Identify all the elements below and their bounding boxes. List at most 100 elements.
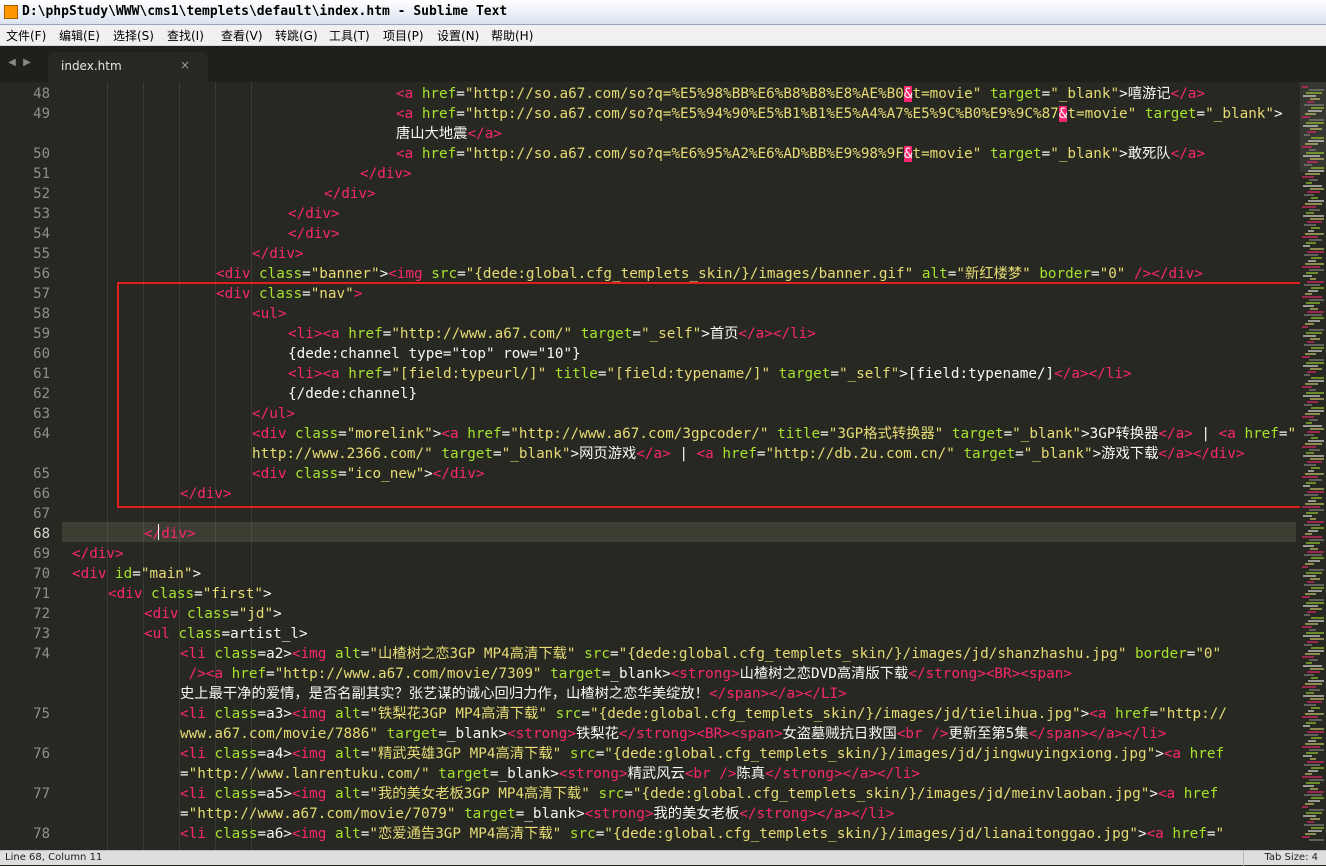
code-token: =	[1090, 266, 1100, 282]
menu-project[interactable]: 项目(P)	[383, 27, 424, 44]
minimap-line	[1310, 188, 1324, 190]
code-token: =a3>	[257, 706, 292, 722]
menu-selection[interactable]: 选择(S)	[113, 27, 154, 44]
minimap-line	[1311, 377, 1324, 379]
minimap-line	[1311, 227, 1320, 229]
code-token: </div>	[288, 206, 340, 222]
minimap-line	[1302, 446, 1316, 448]
minimap-line	[1306, 722, 1316, 724]
code-token: =	[1041, 146, 1051, 162]
code-line: </div>	[144, 524, 196, 544]
minimap-line	[1310, 308, 1318, 310]
minimap-line	[1307, 341, 1314, 343]
minimap-line	[1309, 839, 1324, 841]
code-token: <img	[388, 266, 423, 282]
menu-view[interactable]: 查看(V)	[221, 27, 263, 44]
window-title: D:\phpStudy\WWW\cms1\templets\default\in…	[22, 4, 508, 19]
minimap-line	[1310, 158, 1324, 160]
minimap-line	[1305, 383, 1318, 385]
minimap-line	[1306, 152, 1324, 154]
minimap-line	[1306, 272, 1318, 274]
menu-bar: 文件(F) 编辑(E) 选择(S) 查找(I) 查看(V) 转跳(G) 工具(T…	[0, 25, 1326, 46]
minimap-line	[1309, 479, 1322, 481]
code-token: </a>	[1170, 86, 1206, 102]
menu-preferences[interactable]: 设置(N)	[437, 27, 479, 44]
code-token: <li	[180, 786, 206, 802]
tab-size-selector[interactable]: Tab Size: 4	[1264, 852, 1318, 863]
code-token: href	[1172, 826, 1207, 842]
minimap-line	[1307, 611, 1316, 613]
minimap-line	[1310, 488, 1324, 490]
minimap-line	[1306, 242, 1316, 244]
code-token: =	[581, 706, 590, 722]
code-token: >	[1149, 786, 1158, 802]
minimap-line	[1308, 800, 1320, 802]
minimap-line	[1307, 641, 1318, 643]
minimap-line	[1310, 368, 1322, 370]
code-token: =a6>	[257, 826, 292, 842]
code-token: <div	[108, 586, 143, 602]
minimap-line	[1310, 398, 1324, 400]
right-arrow-icon[interactable]: ▶	[21, 57, 33, 69]
minimap-line	[1310, 98, 1320, 100]
code-token: =	[132, 566, 141, 582]
code-token: 史上最干净的爱情，是否名副其实？张艺谋的诚心回归力作，山楂树之恋华美绽放！	[180, 686, 709, 702]
menu-goto[interactable]: 转跳(G)	[275, 27, 318, 44]
minimap-line	[1310, 428, 1324, 430]
minimap-line	[1309, 449, 1320, 451]
code-line: <div class="banner"><img src="{dede:glob…	[216, 264, 1203, 284]
minimap-line	[1305, 683, 1322, 685]
code-token: <li	[180, 826, 206, 842]
left-arrow-icon[interactable]: ◀	[6, 57, 18, 69]
minimap-line	[1302, 146, 1312, 148]
minimap-line	[1311, 467, 1320, 469]
code-line: 史上最干净的爱情，是否名副其实？张艺谋的诚心回归力作，山楂树之恋华美绽放！</s…	[180, 684, 847, 704]
code-token: <img	[291, 646, 327, 662]
code-token: >	[379, 266, 389, 282]
minimap-line	[1304, 674, 1314, 676]
status-separator	[1243, 851, 1244, 866]
code-token: href	[421, 86, 457, 102]
menu-edit[interactable]: 编辑(E)	[59, 27, 100, 44]
code-token: <br	[684, 766, 711, 782]
tab-label: index.htm	[61, 59, 122, 73]
minimap-line	[1309, 89, 1324, 91]
minimap-line	[1308, 380, 1324, 382]
menu-tools[interactable]: 工具(T)	[329, 27, 370, 44]
code-token: "{dede:global.cfg_templets_skin/}/images…	[604, 746, 1156, 762]
minimap-line	[1303, 455, 1324, 457]
code-token: </li>	[1123, 726, 1167, 742]
minimap-line	[1309, 149, 1316, 151]
code-token: "我的美女老板3GP MP4高清下载"	[369, 786, 590, 802]
code-token: href	[231, 666, 267, 682]
minimap-line	[1311, 347, 1324, 349]
code-token: =	[302, 266, 311, 282]
minimap[interactable]	[1300, 82, 1326, 850]
code-token: alt	[334, 706, 361, 722]
minimap-line	[1308, 350, 1322, 352]
menu-find[interactable]: 查找(I)	[167, 27, 204, 44]
close-icon[interactable]: ×	[180, 58, 190, 72]
minimap-line	[1303, 275, 1312, 277]
tab-index-htm[interactable]: index.htm ×	[48, 52, 208, 82]
minimap-line	[1311, 287, 1324, 289]
code-token: "http://www.a67.com/movie/7309"	[274, 666, 542, 682]
minimap-line	[1308, 470, 1314, 472]
code-line: </div>	[288, 204, 340, 224]
minimap-line	[1305, 533, 1312, 535]
code-token: </a>	[467, 126, 502, 142]
minimap-line	[1306, 122, 1324, 124]
menu-file[interactable]: 文件(F)	[6, 27, 46, 44]
menu-help[interactable]: 帮助(H)	[491, 27, 533, 44]
minimap-line	[1311, 497, 1322, 499]
code-line: </div>	[72, 544, 124, 564]
code-token: src	[584, 646, 610, 662]
